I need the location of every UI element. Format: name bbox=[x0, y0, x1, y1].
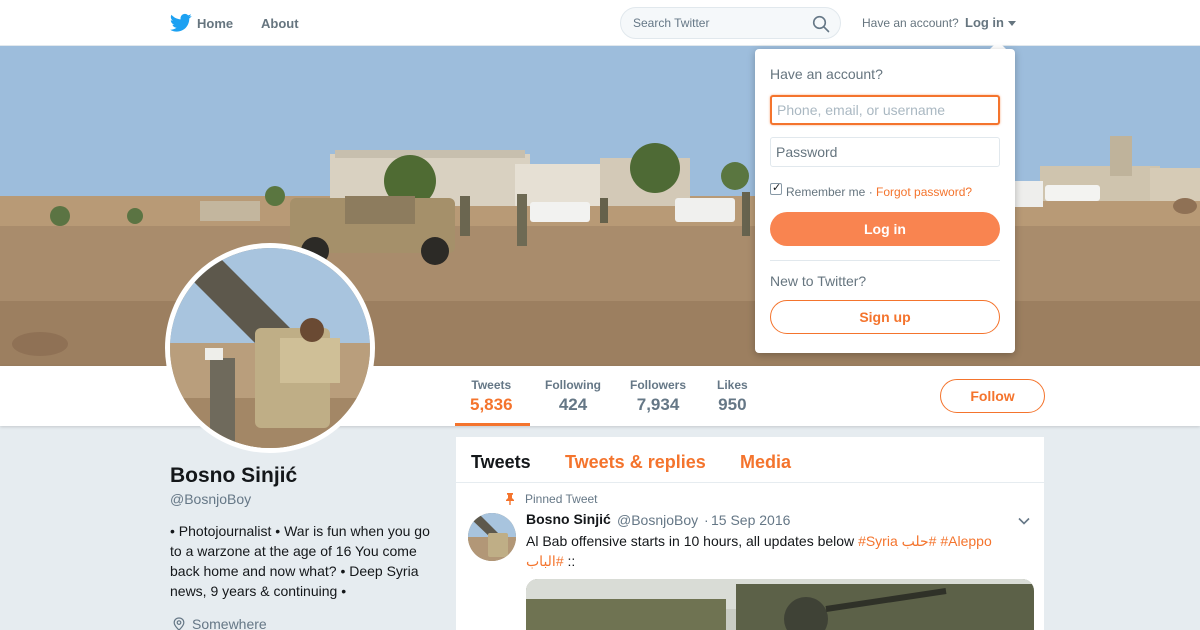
top-navigation-bar: Home About Have an account? Log in bbox=[0, 0, 1200, 46]
tweet-separator: · bbox=[704, 512, 709, 528]
stat-label: Following bbox=[545, 378, 601, 392]
remember-me-text: Remember me bbox=[786, 185, 866, 199]
nav-home-link[interactable]: Home bbox=[197, 16, 233, 31]
forgot-password-link[interactable]: Forgot password? bbox=[876, 185, 972, 199]
hashtag-arabic-aleppo[interactable]: #حلب bbox=[902, 533, 937, 549]
tweet-text-plain: Al Bab offensive starts in 10 hours, all… bbox=[526, 533, 859, 549]
have-account-text: Have an account? bbox=[862, 16, 959, 30]
profile-location: Somewhere bbox=[192, 616, 267, 630]
stat-label: Likes bbox=[717, 378, 748, 392]
tab-tweets-replies[interactable]: Tweets & replies bbox=[565, 452, 706, 473]
profile-avatar[interactable] bbox=[165, 243, 375, 453]
chevron-down-icon[interactable] bbox=[1018, 515, 1030, 527]
stat-following[interactable]: Following 424 bbox=[545, 378, 601, 415]
login-dropdown: Have an account? Remember me · Forgot pa… bbox=[755, 49, 1015, 353]
password-field[interactable] bbox=[770, 137, 1000, 167]
tweet-avatar[interactable] bbox=[468, 513, 516, 561]
hashtag-syria[interactable]: #Syria bbox=[858, 533, 898, 549]
username-field[interactable] bbox=[770, 95, 1000, 125]
remember-me-checkbox[interactable] bbox=[770, 181, 782, 195]
stat-likes[interactable]: Likes 950 bbox=[717, 378, 748, 415]
tweet-author-handle[interactable]: @BosnjoBoy bbox=[617, 512, 698, 528]
nav-about-link[interactable]: About bbox=[261, 16, 299, 31]
dropdown-divider bbox=[770, 260, 1000, 261]
stat-value: 950 bbox=[718, 395, 747, 414]
login-menu-link[interactable]: Log in bbox=[965, 15, 1004, 30]
pin-icon bbox=[506, 493, 514, 505]
tweet-trailing-text: :: bbox=[563, 553, 576, 569]
remember-separator: · bbox=[868, 185, 873, 199]
stat-value: 7,934 bbox=[636, 395, 680, 414]
profile-name: Bosno Sinjić bbox=[170, 464, 298, 487]
tweet-avatar-illustration bbox=[468, 513, 516, 561]
login-button[interactable]: Log in bbox=[770, 212, 1000, 246]
location-pin-icon bbox=[173, 617, 185, 630]
stat-value: 5,836 bbox=[470, 395, 513, 414]
stat-tweets[interactable]: Tweets 5,836 bbox=[470, 378, 513, 415]
search-box[interactable] bbox=[620, 7, 841, 39]
tweet-text: Al Bab offensive starts in 10 hours, all… bbox=[526, 531, 1006, 571]
hashtag-aleppo[interactable]: #Aleppo bbox=[940, 533, 991, 549]
timeline-tabs: Tweets Tweets & replies Media bbox=[456, 437, 1044, 483]
new-to-twitter-text: New to Twitter? bbox=[770, 273, 867, 289]
hashtag-arabic-albab[interactable]: #الباب bbox=[526, 553, 564, 569]
stat-followers[interactable]: Followers 7,934 bbox=[630, 378, 686, 415]
timeline: Tweets Tweets & replies Media Pinned Twe… bbox=[456, 437, 1044, 630]
signup-button[interactable]: Sign up bbox=[770, 300, 1000, 334]
tweet-author-name[interactable]: Bosno Sinjić bbox=[526, 511, 611, 527]
tweet-media-illustration bbox=[526, 579, 1034, 630]
follow-button[interactable]: Follow bbox=[940, 379, 1045, 413]
active-stat-indicator bbox=[455, 423, 530, 426]
dropdown-title: Have an account? bbox=[770, 66, 883, 82]
search-icon[interactable] bbox=[812, 15, 830, 33]
search-input[interactable] bbox=[633, 16, 808, 30]
tweet-media-image[interactable] bbox=[526, 579, 1034, 630]
tab-media[interactable]: Media bbox=[740, 452, 791, 473]
tweet-date[interactable]: 15 Sep 2016 bbox=[711, 512, 790, 528]
remember-me-label[interactable]: Remember me · bbox=[786, 185, 873, 199]
avatar-photo-illustration bbox=[170, 248, 370, 448]
tab-tweets[interactable]: Tweets bbox=[471, 452, 531, 473]
pinned-tweet-label: Pinned Tweet bbox=[525, 492, 598, 506]
stat-label: Followers bbox=[630, 378, 687, 392]
stat-label: Tweets bbox=[471, 378, 512, 392]
twitter-bird-icon[interactable] bbox=[170, 13, 192, 33]
stat-value: 424 bbox=[558, 395, 588, 414]
caret-down-icon[interactable] bbox=[1008, 21, 1016, 26]
profile-bio: • Photojournalist • War is fun when you … bbox=[170, 523, 430, 599]
profile-handle[interactable]: @BosnjoBoy bbox=[170, 491, 251, 507]
